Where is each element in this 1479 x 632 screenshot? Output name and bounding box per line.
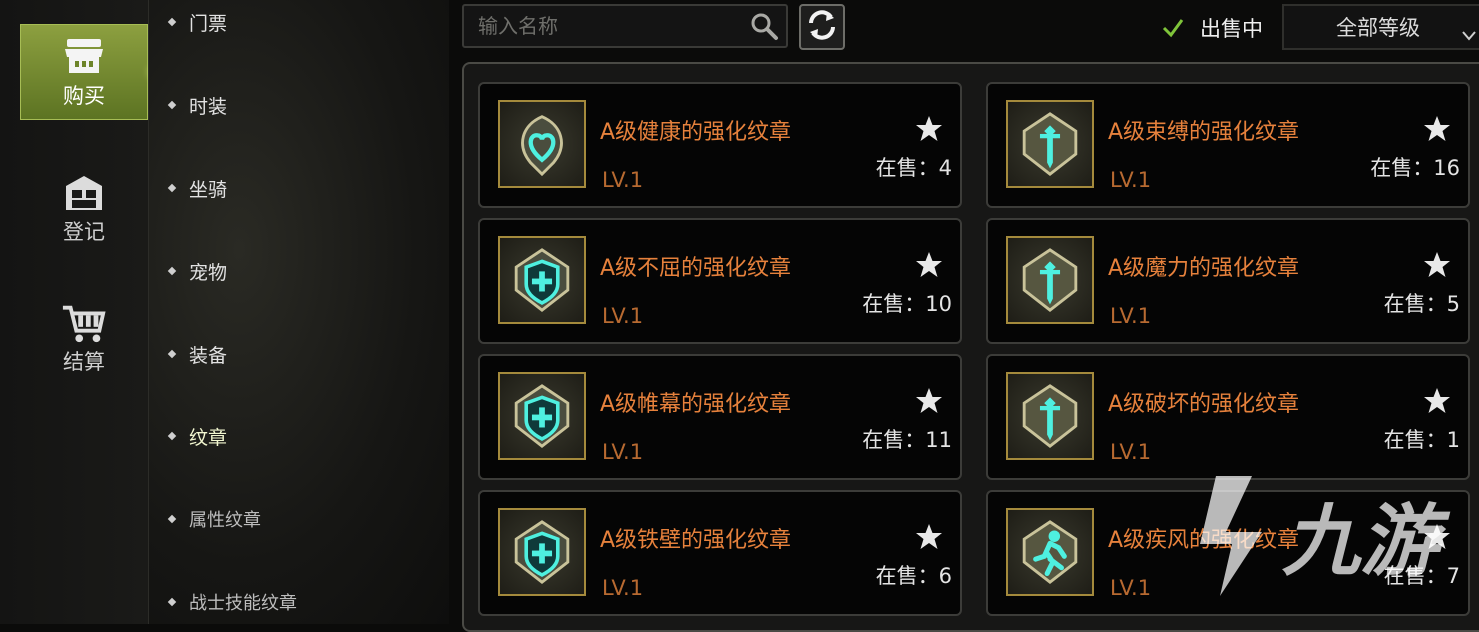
- category-pets[interactable]: 宠物: [167, 253, 247, 289]
- item-stock: 在售：7: [1383, 564, 1460, 588]
- category-label: 战士技能纹章: [189, 593, 297, 614]
- category-warrior-skill-emblems[interactable]: 战士技能纹章: [167, 584, 317, 620]
- emblem-sword-icon: [1006, 372, 1094, 460]
- star-icon[interactable]: [1422, 386, 1452, 416]
- star-icon[interactable]: [914, 250, 944, 280]
- item-stock: 在售：11: [862, 428, 952, 452]
- bullet-icon: [167, 349, 177, 359]
- level-select-value: 全部等级: [1336, 16, 1420, 40]
- category-list: 门票 时装 坐骑 宠物 装备 纹章 属性纹章 战士技能纹章: [148, 0, 449, 624]
- star-icon[interactable]: [914, 114, 944, 144]
- chevron-down-icon: [1462, 22, 1476, 46]
- cart-icon: [61, 300, 107, 346]
- nav-buy[interactable]: 购买: [20, 24, 154, 120]
- nav-settle-label: 结算: [63, 350, 105, 374]
- item-name: A级帷幕的强化纹章: [600, 392, 792, 417]
- item-stock: 在售：16: [1370, 156, 1460, 180]
- emblem-runner-icon: [1006, 508, 1094, 596]
- bullet-icon: [167, 597, 177, 607]
- category-label: 纹章: [189, 426, 228, 449]
- star-icon[interactable]: [914, 386, 944, 416]
- item-level: LV.1: [1110, 576, 1152, 600]
- shop-icon: [61, 34, 107, 80]
- check-icon[interactable]: [1160, 15, 1186, 41]
- main-nav: 购买 登记 结算: [0, 0, 154, 624]
- emblem-shield-icon: [498, 508, 586, 596]
- emblem-sword-icon: [1006, 236, 1094, 324]
- item-name: A级魔力的强化纹章: [1108, 256, 1300, 281]
- item-card[interactable]: A级健康的强化纹章 LV.1 在售：4: [478, 82, 962, 208]
- item-level: LV.1: [602, 576, 644, 600]
- item-card[interactable]: A级铁壁的强化纹章 LV.1 在售：6: [478, 490, 962, 616]
- search-icon[interactable]: [742, 6, 786, 46]
- refresh-icon: [805, 8, 839, 46]
- category-label: 时装: [189, 95, 228, 118]
- bullet-icon: [167, 514, 177, 524]
- star-icon[interactable]: [1422, 522, 1452, 552]
- item-level: LV.1: [1110, 304, 1152, 328]
- item-level: LV.1: [602, 304, 644, 328]
- item-card[interactable]: A级魔力的强化纹章 LV.1 在售：5: [986, 218, 1470, 344]
- item-name: A级破坏的强化纹章: [1108, 392, 1300, 417]
- item-stock: 在售：10: [862, 292, 952, 316]
- item-card[interactable]: A级不屈的强化纹章 LV.1 在售：10: [478, 218, 962, 344]
- item-panel: A级健康的强化纹章 LV.1 在售：4 A级束缚的强化纹章 LV.1 在售：16 A级不屈的…: [462, 62, 1479, 632]
- item-stock: 在售：5: [1383, 292, 1460, 316]
- category-attribute-emblems[interactable]: 属性纹章: [167, 501, 281, 537]
- category-fashion[interactable]: 时装: [167, 87, 247, 123]
- item-name: A级健康的强化纹章: [600, 120, 792, 145]
- bullet-icon: [167, 17, 177, 27]
- item-name: A级铁壁的强化纹章: [600, 528, 792, 553]
- item-stock: 在售：6: [875, 564, 952, 588]
- item-name: A级束缚的强化纹章: [1108, 120, 1300, 145]
- item-card[interactable]: A级破坏的强化纹章 LV.1 在售：1: [986, 354, 1470, 480]
- category-label: 装备: [189, 344, 228, 367]
- nav-register-label: 登记: [63, 220, 105, 244]
- category-tickets[interactable]: 门票: [167, 4, 247, 40]
- category-label: 门票: [189, 12, 228, 35]
- emblem-heart-icon: [498, 100, 586, 188]
- emblem-shield-icon: [498, 236, 586, 324]
- star-icon[interactable]: [914, 522, 944, 552]
- item-card[interactable]: A级疾风的强化纹章 LV.1 在售：7: [986, 490, 1470, 616]
- bullet-icon: [167, 100, 177, 110]
- star-icon[interactable]: [1422, 250, 1452, 280]
- item-level: LV.1: [602, 440, 644, 464]
- category-label: 属性纹章: [189, 510, 261, 531]
- item-name: A级疾风的强化纹章: [1108, 528, 1300, 553]
- on-sale-filter[interactable]: 出售中: [1160, 10, 1263, 46]
- emblem-sword-icon: [1006, 100, 1094, 188]
- category-label: 坐骑: [189, 178, 228, 201]
- item-level: LV.1: [602, 168, 644, 192]
- category-emblems[interactable]: 纹章: [158, 406, 330, 466]
- item-card[interactable]: A级帷幕的强化纹章 LV.1 在售：11: [478, 354, 962, 480]
- bullet-icon: [167, 266, 177, 276]
- star-icon[interactable]: [1422, 114, 1452, 144]
- emblem-shield-icon: [498, 372, 586, 460]
- search-input[interactable]: [464, 13, 742, 39]
- category-label: 宠物: [189, 261, 228, 284]
- register-icon: [61, 170, 107, 216]
- item-stock: 在售：4: [875, 156, 952, 180]
- item-level: LV.1: [1110, 440, 1152, 464]
- category-equipment[interactable]: 装备: [167, 336, 247, 372]
- nav-register[interactable]: 登记: [20, 160, 148, 256]
- nav-buy-label: 购买: [63, 84, 105, 108]
- search-box: [462, 4, 788, 48]
- on-sale-label: 出售中: [1200, 17, 1263, 41]
- bullet-icon: [167, 431, 177, 441]
- nav-settle[interactable]: 结算: [20, 290, 148, 386]
- refresh-button[interactable]: [799, 4, 845, 50]
- item-card[interactable]: A级束缚的强化纹章 LV.1 在售：16: [986, 82, 1470, 208]
- category-mounts[interactable]: 坐骑: [167, 170, 247, 206]
- item-stock: 在售：1: [1383, 428, 1460, 452]
- level-select[interactable]: 全部等级: [1282, 4, 1479, 50]
- item-level: LV.1: [1110, 168, 1152, 192]
- item-name: A级不屈的强化纹章: [600, 256, 792, 281]
- bullet-icon: [167, 183, 177, 193]
